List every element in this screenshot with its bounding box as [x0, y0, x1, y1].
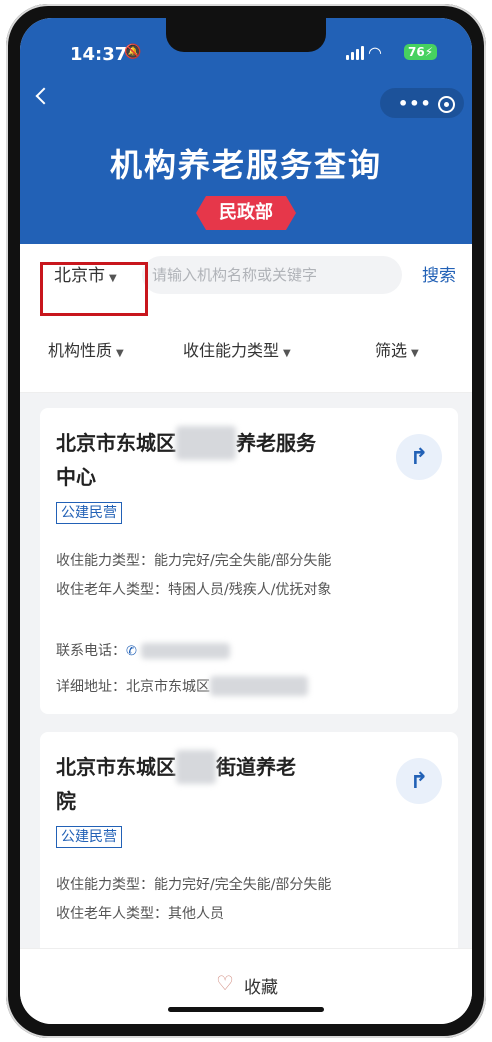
type-tag: 公建民营 [56, 826, 122, 848]
search-button[interactable]: 搜索 [422, 261, 456, 286]
navigate-icon[interactable]: ↱ [396, 434, 442, 480]
institution-name: 北京市东城区某某某养老服务 中心 [56, 426, 376, 494]
redacted-address: 某某某某某某某 [210, 676, 308, 696]
phone-info: 联系电话：✆0000000000 [56, 640, 230, 660]
screen: 14:37 🔕 ◠ 76⚡ ••• 机构养老服务查询 民政部 北京市▼ 搜索 机… [20, 18, 472, 1024]
battery-level: 76 [408, 45, 425, 59]
institution-name: 北京市东城区某某街道养老 院 [56, 750, 376, 818]
filter-nature[interactable]: 机构性质 ▼ [48, 337, 124, 361]
heart-icon[interactable]: ♡ [216, 971, 234, 995]
battery-icon: 76⚡ [404, 44, 438, 60]
filter-more[interactable]: 筛选 ▼ [375, 337, 419, 361]
redacted-phone: 0000000000 [140, 643, 230, 659]
home-indicator [168, 1007, 324, 1012]
type-tag: 公建民营 [56, 502, 122, 524]
caret-down-icon: ▼ [411, 348, 419, 359]
back-icon[interactable] [35, 87, 53, 105]
phone-frame: 14:37 🔕 ◠ 76⚡ ••• 机构养老服务查询 民政部 北京市▼ 搜索 机… [6, 4, 486, 1038]
wifi-icon: ◠ [368, 43, 382, 62]
page-title: 机构养老服务查询 [109, 146, 382, 184]
navigate-icon[interactable]: ↱ [396, 758, 442, 804]
filter-bar: 机构性质 ▼ 收住能力类型 ▼ 筛选 ▼ [20, 304, 472, 393]
signal-icon [346, 46, 364, 60]
capacity-info: 收住能力类型：能力完好/完全失能/部分失能 [56, 877, 332, 893]
record-icon[interactable] [438, 96, 455, 113]
phone-icon: ✆ [126, 644, 137, 659]
caret-down-icon: ▼ [116, 348, 124, 359]
favorite-button[interactable]: 收藏 [244, 973, 278, 998]
notch [166, 18, 326, 52]
mute-bell-icon: 🔕 [124, 44, 142, 60]
more-icon[interactable]: ••• [398, 94, 432, 113]
elder-type-info: 收住老年人类型：其他人员 [56, 906, 224, 922]
annotation-highlight-box [40, 262, 148, 316]
redacted-text: 某某某 [176, 426, 236, 460]
filter-label: 收住能力类型 [183, 341, 280, 360]
capacity-info: 收住能力类型：能力完好/完全失能/部分失能 [56, 553, 332, 569]
bottom-bar: ♡ 收藏 [20, 948, 472, 1024]
redacted-text: 某某 [176, 750, 216, 784]
filter-capacity-type[interactable]: 收住能力类型 ▼ [183, 337, 291, 361]
search-input[interactable] [142, 256, 402, 294]
address-info: 详细地址：北京市东城区某某某某某某某 [56, 676, 308, 696]
institution-card[interactable]: 北京市东城区某某某养老服务 中心 ↱ 公建民营 收住能力类型：能力完好/完全失能… [40, 408, 458, 714]
ministry-badge: 民政部 [196, 196, 296, 230]
institution-card[interactable]: 北京市东城区某某街道养老 院 ↱ 公建民营 收住能力类型：能力完好/完全失能/部… [40, 732, 458, 972]
filter-label: 机构性质 [48, 341, 113, 360]
caret-down-icon: ▼ [283, 348, 291, 359]
status-time: 14:37 [70, 44, 128, 65]
filter-label: 筛选 [375, 341, 408, 360]
elder-type-info: 收住老年人类型：特困人员/残疾人/优抚对象 [56, 582, 332, 598]
